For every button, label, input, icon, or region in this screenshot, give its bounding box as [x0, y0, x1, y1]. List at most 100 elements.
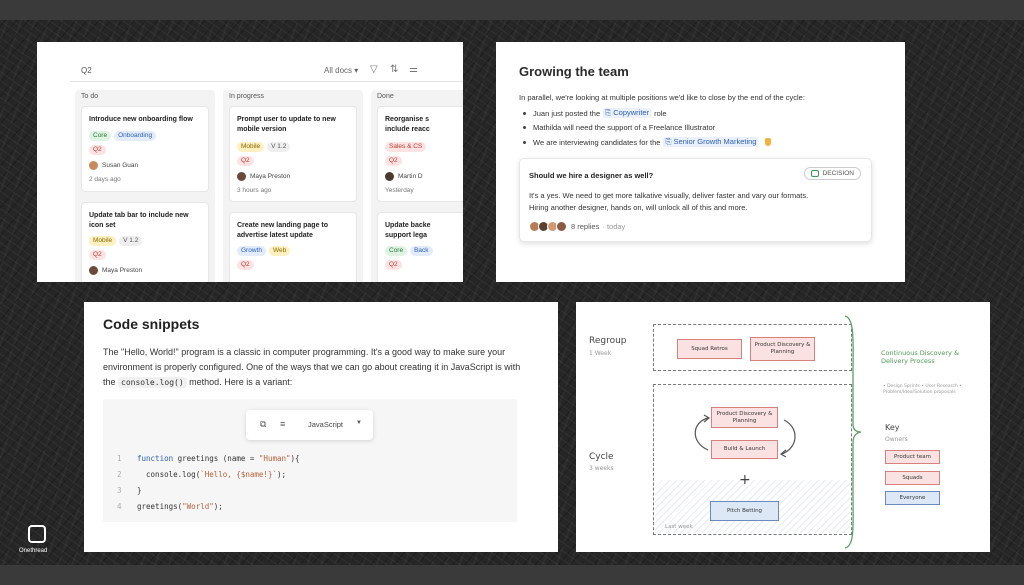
task-card[interactable]: Create new landing page to advertise lat… [229, 212, 357, 282]
code-line: 2 console.log(`Hello, {$name!}`); [117, 470, 286, 479]
cycle-duration: 3 weeks [589, 465, 614, 472]
all-docs-dropdown[interactable]: All docs ▾ [324, 66, 358, 75]
legend-squads: Squads [885, 471, 940, 485]
code-text: greetings( [137, 502, 183, 511]
mention-label: Senior Growth Marketing [673, 137, 757, 146]
code-line: 1 function greetings (name = "Human"){ [117, 454, 300, 463]
bracket-icon [844, 315, 862, 549]
code-doc-panel: Code snippets The "Hello, World!" progra… [84, 302, 558, 552]
assignee-name: Maya Preston [250, 173, 291, 180]
avatar [237, 172, 246, 181]
decision-question: Should we hire a designer as well? [529, 171, 654, 180]
tag: Back [410, 246, 433, 256]
code-toolbar: ⧉ ≡ JavaScript ▼ [246, 410, 373, 440]
code-keyword: function [137, 454, 174, 463]
assignee: Maya Preston [237, 172, 290, 181]
tag: Onboarding [114, 131, 157, 141]
doc-title: Growing the team [519, 64, 629, 79]
list-item: We are interviewing candidates for the ⎘… [523, 137, 772, 147]
tag: Core [89, 131, 112, 141]
legend-product-team: Product team [885, 450, 940, 464]
list-item: Mathilda will need the support of a Free… [523, 123, 715, 132]
pitch-betting-card[interactable]: Pitch Betting [710, 501, 779, 521]
product-discovery-card[interactable]: Product Discovery & Planning [750, 337, 815, 361]
owners-label: Owners [885, 436, 908, 443]
code-text: } [137, 486, 142, 495]
settings-sliders-icon[interactable]: ⚌ [409, 64, 418, 76]
squad-retros-card[interactable]: Squad Retros [677, 339, 742, 359]
cycle-arrows-icon [694, 414, 796, 458]
doc-mention-link[interactable]: ⎘ Copywriter [603, 108, 652, 118]
task-title: Create new landing page to advertise lat… [237, 222, 329, 239]
task-title: Reorganise s include reacc [385, 116, 430, 133]
replies-time: · today [602, 222, 626, 231]
decision-card[interactable]: Should we hire a designer as well? DECIS… [519, 158, 872, 242]
code-string: `Hello, {$name!}` [200, 470, 277, 479]
code-text: ); [276, 470, 287, 479]
hand-emoji-icon [765, 138, 772, 146]
replies-row[interactable]: 8 replies · today [529, 221, 625, 232]
paragraph: The "Hello, World!" program is a classic… [103, 345, 527, 390]
decision-badge: DECISION [803, 167, 861, 180]
tag: Q2 [237, 260, 254, 270]
tag: Q2 [89, 145, 106, 155]
task-title: Prompt user to update to new mobile vers… [237, 116, 336, 133]
tag: Mobile [89, 236, 117, 246]
task-title: Update backe support lega [385, 222, 431, 239]
bottom-edge [0, 565, 1024, 585]
kanban-panel: Q2 All docs ▾ ▽ ⇅ ⚌ To do Introduce new … [37, 42, 463, 282]
tag: V 1.2 [267, 142, 291, 152]
sort-icon[interactable]: ⇅ [390, 64, 398, 76]
replies-count: 8 replies [571, 222, 600, 231]
tag: Q2 [89, 250, 106, 260]
bullet-icon [523, 111, 526, 115]
filter-icon[interactable]: ▽ [370, 64, 378, 76]
tag: Q2 [237, 156, 254, 166]
timestamp: 2 days ago [89, 176, 121, 183]
task-card[interactable]: Prompt user to update to new mobile vers… [229, 106, 357, 202]
wrap-icon[interactable]: ≡ [280, 419, 285, 430]
task-title: Update tab bar to include new icon set [89, 212, 189, 229]
code-string: "World" [182, 502, 214, 511]
key-label: Key [885, 423, 900, 432]
tag: Q2 [385, 260, 402, 270]
assignee: Maya Preston [89, 266, 142, 275]
list-item: Juan just posted the ⎘ Copywriter role [523, 108, 667, 118]
task-card[interactable]: Update tab bar to include new icon set M… [81, 202, 209, 282]
quarter-label: Q2 [81, 66, 92, 75]
code-text: console.log( [137, 470, 201, 479]
code-string: "Human" [258, 454, 291, 463]
decision-text: It's a yes. We need to get more talkativ… [529, 191, 809, 212]
column-todo: To do Introduce new onboarding flow Core… [75, 90, 215, 282]
regroup-duration: 1 Week [589, 350, 612, 357]
code-text: ); [213, 502, 223, 511]
language-select[interactable]: JavaScript [308, 420, 343, 429]
legend-everyone: Everyone [885, 491, 940, 505]
chevron-down-icon[interactable]: ▼ [356, 420, 362, 426]
copy-icon[interactable]: ⧉ [260, 419, 266, 430]
inline-code: console.log() [118, 377, 187, 388]
task-card[interactable]: Reorganise s include reacc Sales & CS Q2… [377, 106, 463, 202]
task-card[interactable]: Introduce new onboarding flow Core Onboa… [81, 106, 209, 192]
logo-text: Onethread [19, 548, 48, 554]
assignee: Martin D [385, 172, 423, 181]
code-block[interactable]: ⧉ ≡ JavaScript ▼ 1 function greetings (na… [103, 399, 517, 522]
timestamp: Yesterday [385, 187, 414, 194]
column-done: Done Reorganise s include reacc Sales & … [371, 90, 463, 282]
column-title: To do [81, 93, 99, 100]
assignee-name: Martin D [398, 173, 423, 180]
list-text: Mathilda will need the support of a Free… [533, 123, 716, 132]
tag: Core [385, 246, 408, 256]
column-title: In progress [229, 93, 265, 100]
assignee: Susan Guan [89, 161, 138, 170]
line-number: 2 [117, 470, 122, 479]
tag: Mobile [237, 142, 265, 152]
column-in-progress: In progress Prompt user to update to new… [223, 90, 363, 282]
code-text: greetings (name = [173, 454, 259, 463]
task-card[interactable]: Update backe support lega Core Back Q2 [377, 212, 463, 282]
kanban-toolbar: Q2 All docs ▾ ▽ ⇅ ⚌ [70, 60, 463, 82]
logo-mark-icon [28, 525, 46, 543]
doc-mention-link[interactable]: ⎘ Senior Growth Marketing [663, 137, 759, 147]
list-text: Juan just posted the [533, 108, 601, 118]
list-text: We are interviewing candidates for the [533, 137, 661, 147]
